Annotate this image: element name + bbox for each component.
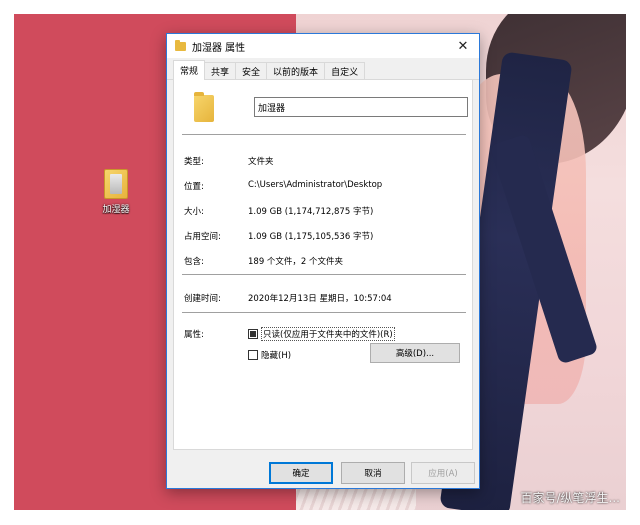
folder-icon <box>194 92 214 122</box>
hidden-checkbox[interactable]: 隐藏(H) <box>248 349 291 361</box>
type-label: 类型: <box>184 157 204 167</box>
checkbox-empty-icon <box>248 350 258 360</box>
tab-previous-versions[interactable]: 以前的版本 <box>266 62 326 79</box>
tab-customize[interactable]: 自定义 <box>324 62 366 79</box>
close-icon[interactable]: ✕ <box>447 34 479 58</box>
created-value: 2020年12月13日 星期日，10:57:04 <box>248 294 392 304</box>
cancel-button[interactable]: 取消 <box>341 462 405 484</box>
type-value: 文件夹 <box>248 157 274 167</box>
folder-icon <box>104 169 128 199</box>
divider <box>182 274 466 275</box>
watermark: 百家号/纵笔浮生... <box>520 491 621 505</box>
readonly-checkbox[interactable]: 只读(仅应用于文件夹中的文件)(R) <box>248 327 395 341</box>
tab-sharing[interactable]: 共享 <box>204 62 237 79</box>
folder-name-input[interactable] <box>254 97 468 117</box>
contains-value: 189 个文件，2 个文件夹 <box>248 257 344 267</box>
desktop-folder-label: 加湿器 <box>102 205 130 215</box>
divider <box>182 312 466 313</box>
size-value: 1.09 GB (1,174,712,875 字节) <box>248 207 374 217</box>
ok-button[interactable]: 确定 <box>269 462 333 484</box>
advanced-button[interactable]: 高级(D)... <box>370 343 460 363</box>
properties-dialog: 加湿器 属性 ✕ 常规 共享 安全 以前的版本 自定义 类型: 文件夹 位置: … <box>166 33 480 489</box>
name-row <box>188 92 468 128</box>
location-value: C:\Users\Administrator\Desktop <box>248 180 383 190</box>
readonly-label: 只读(仅应用于文件夹中的文件)(R) <box>261 327 395 341</box>
dialog-title: 加湿器 属性 <box>192 42 246 54</box>
hidden-label: 隐藏(H) <box>261 351 292 361</box>
attributes-label: 属性: <box>184 330 204 340</box>
disk-size-value: 1.09 GB (1,175,105,536 字节) <box>248 232 374 242</box>
size-label: 大小: <box>184 207 204 217</box>
general-panel: 类型: 文件夹 位置: C:\Users\Administrator\Deskt… <box>173 80 473 450</box>
location-label: 位置: <box>184 182 204 192</box>
tab-strip: 常规 共享 安全 以前的版本 自定义 <box>167 58 479 80</box>
tab-security[interactable]: 安全 <box>235 62 268 79</box>
apply-button[interactable]: 应用(A) <box>411 462 475 484</box>
disk-size-label: 占用空间: <box>184 232 221 242</box>
checkbox-indeterminate-icon <box>248 329 258 339</box>
tab-general[interactable]: 常规 <box>173 60 206 80</box>
title-bar[interactable]: 加湿器 属性 ✕ <box>167 34 479 58</box>
contains-label: 包含: <box>184 257 204 267</box>
desktop-folder-icon[interactable]: 加湿器 <box>94 169 138 215</box>
created-label: 创建时间: <box>184 294 221 304</box>
divider <box>182 134 466 135</box>
folder-icon <box>175 39 186 51</box>
